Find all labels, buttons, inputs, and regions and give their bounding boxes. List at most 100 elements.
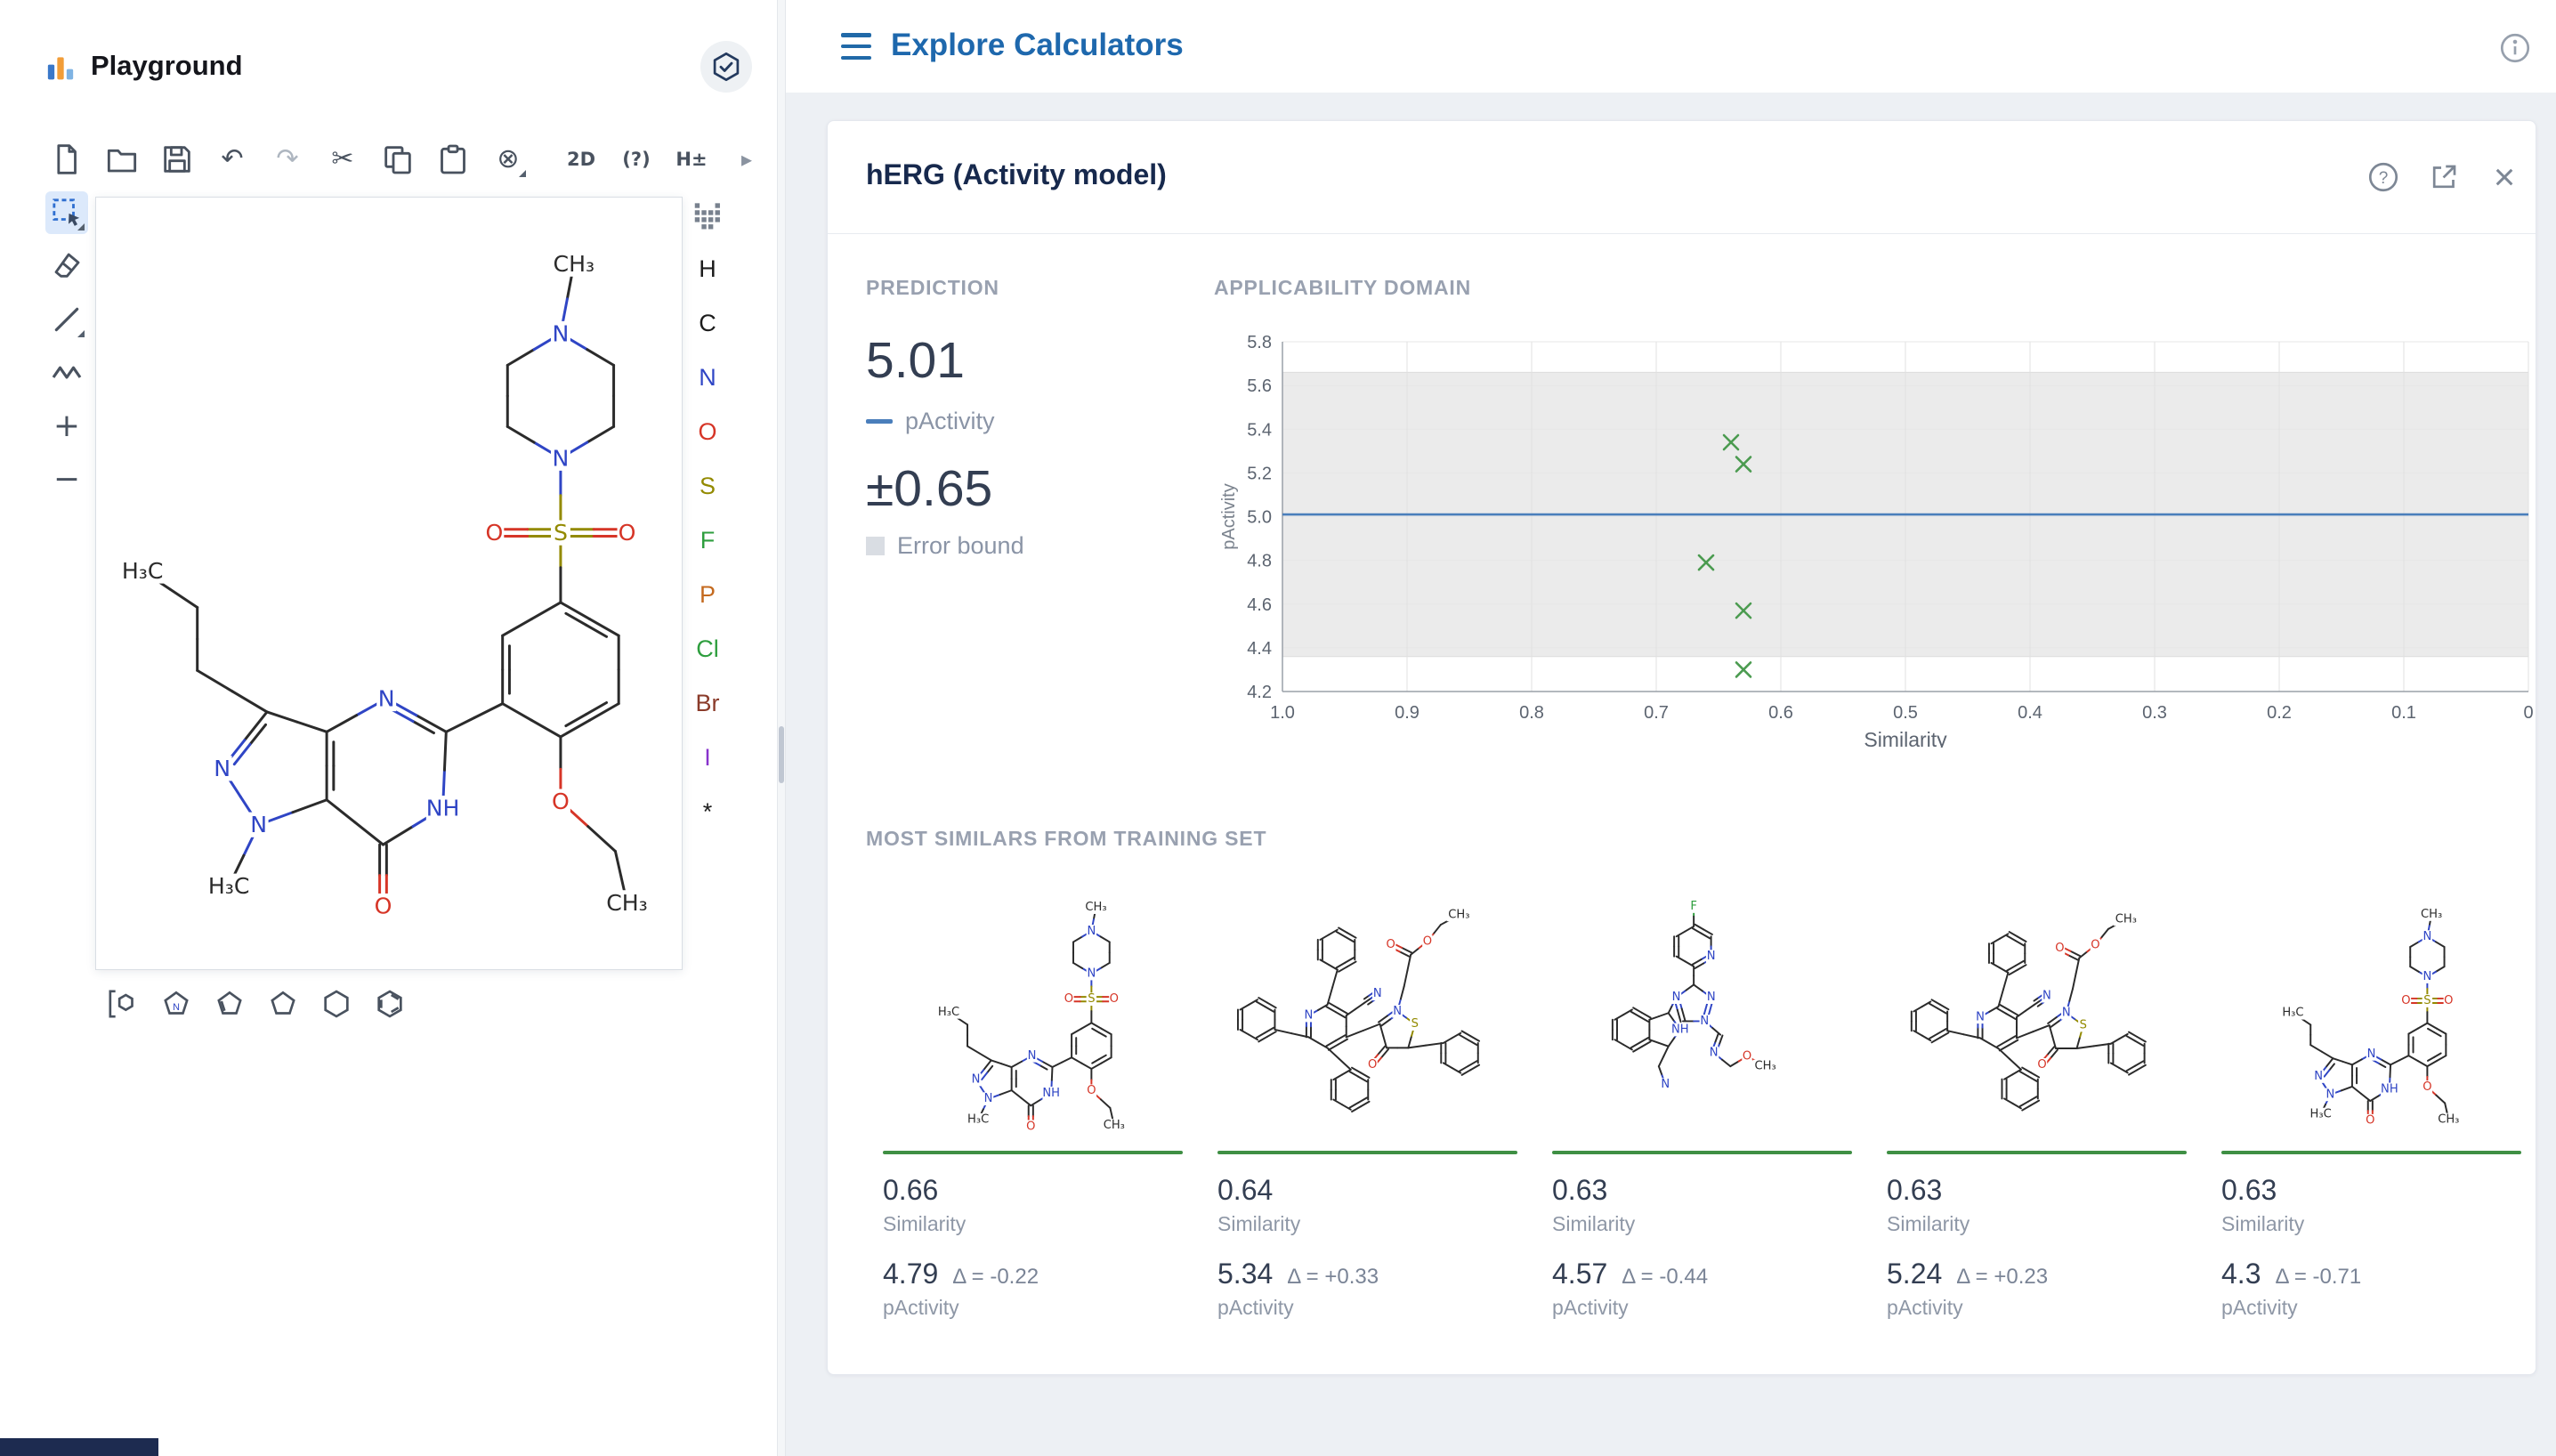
- chain-tool-button[interactable]: [45, 352, 88, 394]
- custom-templates-icon: [105, 986, 141, 1022]
- svg-text:O: O: [1387, 938, 1395, 951]
- redo-button[interactable]: ↷: [266, 138, 309, 181]
- svg-text:N: N: [1707, 950, 1716, 963]
- bond-tool-button[interactable]: [45, 298, 88, 341]
- similar-molecule-thumbnail[interactable]: CH₃NNSOOOCH₃NONHNNH₃CH₃C: [883, 900, 1183, 1133]
- atom-button-C[interactable]: C: [686, 302, 729, 344]
- cyclopentane-template-button[interactable]: [262, 983, 304, 1025]
- pactivity-legend-label: pActivity: [905, 408, 995, 435]
- similarity-underline: [883, 1151, 1183, 1154]
- pactivity-row: 5.24Δ = +0.23: [1887, 1258, 2187, 1290]
- svg-text:O: O: [1110, 992, 1119, 1006]
- open-button[interactable]: [101, 138, 143, 181]
- clean-up-button[interactable]: ⊗: [487, 138, 530, 181]
- menu-icon[interactable]: [841, 33, 875, 60]
- new-document-button[interactable]: [45, 138, 88, 181]
- molecule-canvas[interactable]: CH₃NNSOOOCH₃NONHNNH₃CH₃C: [95, 197, 683, 970]
- similar-molecule-thumbnail[interactable]: NNNSOOOCH₃: [1217, 900, 1517, 1133]
- pactivity-delta: Δ = +0.33: [1287, 1265, 1379, 1290]
- svg-text:N: N: [2314, 1070, 2323, 1083]
- check-structure-button[interactable]: [700, 41, 752, 93]
- svg-text:NH: NH: [1671, 1023, 1689, 1036]
- info-icon[interactable]: [2497, 30, 2533, 66]
- similar-molecule-thumbnail[interactable]: NNNSOOOCH₃: [1887, 900, 2187, 1133]
- svg-text:S: S: [2080, 1019, 2087, 1032]
- select-tool-button[interactable]: [45, 191, 88, 234]
- export-icon[interactable]: [2425, 158, 2463, 196]
- svg-text:CH₃: CH₃: [1754, 1060, 1775, 1073]
- svg-text:N: N: [1661, 1078, 1670, 1091]
- atom-button-I[interactable]: I: [686, 736, 729, 779]
- eraser-tool-button[interactable]: [45, 245, 88, 287]
- svg-text:4.8: 4.8: [1247, 552, 1272, 571]
- charge-plus-button[interactable]: +: [45, 405, 88, 448]
- toolbar-overflow-button[interactable]: ▸: [725, 138, 768, 181]
- pactivity-label: pActivity: [2221, 1296, 2521, 1320]
- svg-text:CH₃: CH₃: [2438, 1113, 2459, 1127]
- explicit-hydrogens-button[interactable]: H±: [670, 138, 713, 181]
- svg-text:0: 0: [2523, 703, 2533, 723]
- help-icon[interactable]: ?: [2365, 158, 2402, 196]
- svg-text:N: N: [1028, 1049, 1037, 1063]
- atom-button-P[interactable]: P: [686, 573, 729, 616]
- custom-templates-button[interactable]: [101, 983, 144, 1025]
- svg-text:4.6: 4.6: [1247, 595, 1272, 615]
- svg-text:NH: NH: [2381, 1082, 2398, 1096]
- svg-text:pActivity: pActivity: [1219, 483, 1239, 549]
- periodic-table-button[interactable]: [686, 193, 729, 236]
- svg-text:CH₃: CH₃: [1085, 901, 1106, 914]
- minus-icon: −: [53, 464, 80, 496]
- atom-button-F[interactable]: F: [686, 519, 729, 562]
- editor-top-toolbar: ↶ ↷ ✂: [45, 138, 768, 181]
- herg-model-card: hERG (Activity model) ? ×: [827, 120, 2536, 1375]
- undo-button[interactable]: ↶: [211, 138, 254, 181]
- svg-text:N: N: [1305, 1009, 1314, 1023]
- layout-2d-icon: 2D: [567, 150, 595, 169]
- cyclopentadiene-template-button[interactable]: [208, 983, 251, 1025]
- svg-text:O: O: [1064, 992, 1073, 1006]
- svg-text:H₃C: H₃C: [122, 558, 164, 584]
- atom-button-Cl[interactable]: Cl: [686, 627, 729, 670]
- similarity-underline: [2221, 1151, 2521, 1154]
- calculated-values-icon: (?): [622, 150, 650, 169]
- atom-button-any[interactable]: *: [686, 790, 729, 833]
- calculated-values-button[interactable]: (?): [615, 138, 658, 181]
- svg-text:4.2: 4.2: [1247, 683, 1272, 702]
- similar-card: FNNNNNHNOCH₃N0.63Similarity4.57Δ = -0.44…: [1552, 900, 1852, 1320]
- prediction-value: 5.01: [866, 331, 965, 390]
- card-actions: ? ×: [2365, 158, 2523, 196]
- atom-button-N[interactable]: N: [686, 356, 729, 399]
- svg-text:0.7: 0.7: [1644, 703, 1669, 723]
- similarity-value: 0.66: [883, 1174, 1183, 1207]
- svg-text:5.2: 5.2: [1247, 464, 1272, 483]
- similarity-label: Similarity: [2221, 1212, 2521, 1236]
- close-icon[interactable]: ×: [2486, 158, 2523, 196]
- svg-text:0.9: 0.9: [1395, 703, 1420, 723]
- single-bond-icon: [49, 302, 85, 337]
- copy-button[interactable]: [376, 138, 419, 181]
- svg-text:5.6: 5.6: [1247, 376, 1272, 396]
- save-button[interactable]: [156, 138, 198, 181]
- layout-2d-button[interactable]: 2D: [560, 138, 603, 181]
- paste-button[interactable]: [432, 138, 474, 181]
- cyclohexane-template-button[interactable]: [315, 983, 358, 1025]
- similar-molecule-thumbnail[interactable]: CH₃NNSOOOCH₃NONHNNH₃CH₃C: [2221, 900, 2521, 1133]
- pactivity-value: 4.3: [2221, 1258, 2261, 1290]
- atom-button-S[interactable]: S: [686, 465, 729, 507]
- pactivity-label: pActivity: [883, 1296, 1183, 1320]
- divider-grip[interactable]: [779, 726, 784, 783]
- svg-text:H₃C: H₃C: [208, 873, 250, 899]
- atom-button-O[interactable]: O: [686, 410, 729, 453]
- paste-clipboard-icon: [435, 142, 471, 177]
- cut-button[interactable]: ✂: [321, 138, 364, 181]
- pyrrole-template-button[interactable]: N: [155, 983, 198, 1025]
- atom-button-Br[interactable]: Br: [686, 682, 729, 724]
- svg-text:O: O: [485, 520, 503, 546]
- benzene-template-button[interactable]: [368, 983, 411, 1025]
- svg-text:5.0: 5.0: [1247, 508, 1272, 528]
- prediction-legend: pActivity: [866, 408, 995, 435]
- similar-molecule-thumbnail[interactable]: FNNNNNHNOCH₃N: [1552, 900, 1852, 1133]
- atom-button-H[interactable]: H: [686, 247, 729, 290]
- pactivity-delta: Δ = -0.22: [952, 1265, 1039, 1290]
- charge-minus-button[interactable]: −: [45, 458, 88, 501]
